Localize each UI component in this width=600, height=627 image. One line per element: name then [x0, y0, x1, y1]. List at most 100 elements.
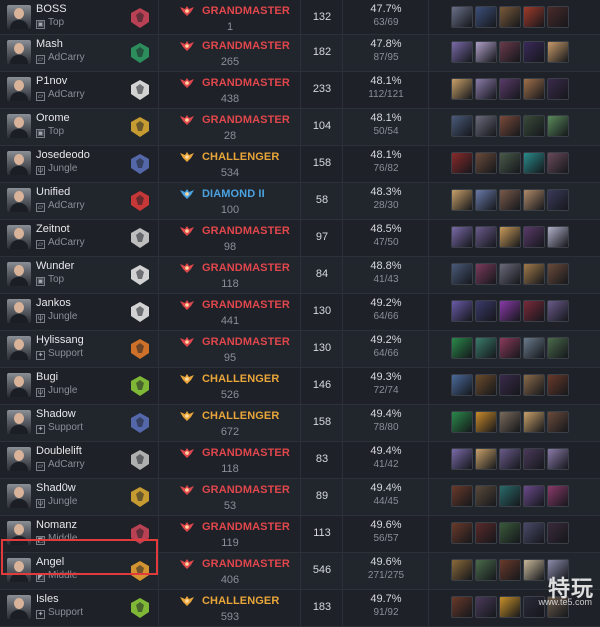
champion-portrait-icon[interactable]: [499, 522, 521, 544]
champion-portrait-icon[interactable]: [451, 226, 473, 248]
champion-portrait-icon[interactable]: [475, 522, 497, 544]
champion-portrait-icon[interactable]: [547, 78, 569, 100]
champion-portrait-icon[interactable]: [499, 485, 521, 507]
champion-portrait-icon[interactable]: [547, 189, 569, 211]
champion-portrait-icon[interactable]: [499, 189, 521, 211]
player-name[interactable]: Shadow: [36, 408, 76, 420]
player-name[interactable]: Jankos: [36, 297, 71, 309]
champion-portrait-icon[interactable]: [499, 374, 521, 396]
player-cell[interactable]: Mash ▱ AdCarry: [0, 35, 125, 71]
champion-portrait-icon[interactable]: [451, 448, 473, 470]
team-cell[interactable]: [125, 331, 157, 367]
champion-portrait-icon[interactable]: [547, 411, 569, 433]
player-cell[interactable]: Angel ◩ Middle: [0, 553, 125, 589]
champion-portrait-icon[interactable]: [475, 485, 497, 507]
champion-portrait-icon[interactable]: [499, 337, 521, 359]
team-cell[interactable]: [125, 220, 157, 256]
champion-portrait-icon[interactable]: [523, 411, 545, 433]
team-cell[interactable]: [125, 257, 157, 293]
team-cell[interactable]: [125, 109, 157, 145]
champion-portrait-icon[interactable]: [523, 152, 545, 174]
champion-portrait-icon[interactable]: [451, 374, 473, 396]
player-cell[interactable]: Shad0w ψ Jungle: [0, 479, 125, 515]
player-cell[interactable]: Unified ▱ AdCarry: [0, 183, 125, 219]
champion-portrait-icon[interactable]: [523, 226, 545, 248]
champion-portrait-icon[interactable]: [547, 374, 569, 396]
champion-portrait-icon[interactable]: [499, 448, 521, 470]
player-name[interactable]: P1nov: [36, 75, 67, 87]
champion-portrait-icon[interactable]: [475, 559, 497, 581]
champion-portrait-icon[interactable]: [547, 152, 569, 174]
champion-portrait-icon[interactable]: [451, 115, 473, 137]
team-cell[interactable]: [125, 479, 157, 515]
player-name[interactable]: Shad0w: [36, 482, 76, 494]
champion-portrait-icon[interactable]: [475, 226, 497, 248]
player-cell[interactable]: Hylissang ✦ Support: [0, 331, 125, 367]
team-cell[interactable]: [125, 0, 157, 34]
team-cell[interactable]: [125, 516, 157, 552]
champion-portrait-icon[interactable]: [523, 6, 545, 28]
champion-portrait-icon[interactable]: [523, 374, 545, 396]
player-name[interactable]: Wunder: [36, 260, 74, 272]
champion-portrait-icon[interactable]: [523, 448, 545, 470]
champion-portrait-icon[interactable]: [499, 78, 521, 100]
player-cell[interactable]: Jankos ψ Jungle: [0, 294, 125, 330]
player-cell[interactable]: Orome ▣ Top: [0, 109, 125, 145]
champion-portrait-icon[interactable]: [499, 411, 521, 433]
champion-portrait-icon[interactable]: [475, 374, 497, 396]
player-name[interactable]: Bugi: [36, 371, 58, 383]
player-name[interactable]: Unified: [36, 186, 70, 198]
champion-portrait-icon[interactable]: [475, 115, 497, 137]
champion-portrait-icon[interactable]: [475, 337, 497, 359]
player-cell[interactable]: Josedeodo ψ Jungle: [0, 146, 125, 182]
champion-portrait-icon[interactable]: [475, 152, 497, 174]
champion-portrait-icon[interactable]: [451, 152, 473, 174]
team-cell[interactable]: [125, 35, 157, 71]
champion-portrait-icon[interactable]: [475, 41, 497, 63]
champion-portrait-icon[interactable]: [523, 41, 545, 63]
player-cell[interactable]: P1nov ▱ AdCarry: [0, 72, 125, 108]
champion-portrait-icon[interactable]: [475, 189, 497, 211]
champion-portrait-icon[interactable]: [547, 263, 569, 285]
champion-portrait-icon[interactable]: [451, 559, 473, 581]
champion-portrait-icon[interactable]: [547, 41, 569, 63]
champion-portrait-icon[interactable]: [451, 6, 473, 28]
champion-portrait-icon[interactable]: [523, 78, 545, 100]
champion-portrait-icon[interactable]: [451, 522, 473, 544]
player-cell[interactable]: Doublelift ▱ AdCarry: [0, 442, 125, 478]
champion-portrait-icon[interactable]: [547, 300, 569, 322]
team-cell[interactable]: [125, 405, 157, 441]
team-cell[interactable]: [125, 183, 157, 219]
champion-portrait-icon[interactable]: [475, 300, 497, 322]
team-cell[interactable]: [125, 146, 157, 182]
champion-portrait-icon[interactable]: [547, 337, 569, 359]
player-name[interactable]: Angel: [36, 556, 64, 568]
player-name[interactable]: Zeitnot: [36, 223, 70, 235]
champion-portrait-icon[interactable]: [523, 522, 545, 544]
player-cell[interactable]: Zeitnot ▱ AdCarry: [0, 220, 125, 256]
champion-portrait-icon[interactable]: [499, 300, 521, 322]
champion-portrait-icon[interactable]: [547, 6, 569, 28]
champion-portrait-icon[interactable]: [547, 448, 569, 470]
champion-portrait-icon[interactable]: [475, 448, 497, 470]
player-name[interactable]: Doublelift: [36, 445, 82, 457]
champion-portrait-icon[interactable]: [547, 485, 569, 507]
team-cell[interactable]: [125, 590, 157, 626]
champion-portrait-icon[interactable]: [475, 263, 497, 285]
player-name[interactable]: Josedeodo: [36, 149, 90, 161]
player-cell[interactable]: Shadow ✦ Support: [0, 405, 125, 441]
player-name[interactable]: Hylissang: [36, 334, 84, 346]
player-cell[interactable]: Bugi ψ Jungle: [0, 368, 125, 404]
team-cell[interactable]: [125, 553, 157, 589]
team-cell[interactable]: [125, 368, 157, 404]
champion-portrait-icon[interactable]: [451, 485, 473, 507]
player-cell[interactable]: Wunder ▣ Top: [0, 257, 125, 293]
champion-portrait-icon[interactable]: [547, 522, 569, 544]
champion-portrait-icon[interactable]: [451, 300, 473, 322]
champion-portrait-icon[interactable]: [475, 6, 497, 28]
champion-portrait-icon[interactable]: [523, 485, 545, 507]
champion-portrait-icon[interactable]: [475, 411, 497, 433]
champion-portrait-icon[interactable]: [547, 226, 569, 248]
player-name[interactable]: Nomanz: [36, 519, 77, 531]
champion-portrait-icon[interactable]: [451, 596, 473, 618]
